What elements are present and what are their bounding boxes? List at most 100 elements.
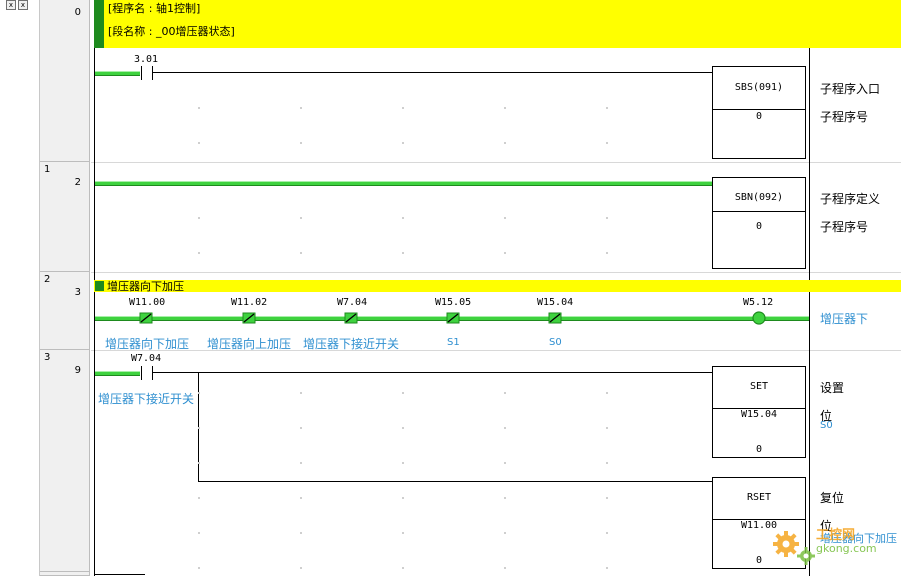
grid-dot (198, 392, 200, 394)
left-power-rail (94, 48, 95, 576)
box-title: SBN(092) (734, 192, 784, 203)
nc-contact-icon (446, 312, 460, 324)
grid-dot (198, 142, 200, 144)
grid-dot (402, 567, 404, 569)
grid-dot (300, 252, 302, 254)
contact-w11-02[interactable] (239, 309, 259, 327)
grid-dot (504, 567, 506, 569)
watermark-url: gkong.com (816, 542, 877, 555)
box-label-1: 子程序入口 (820, 82, 881, 96)
section-name: [段名称 : _00增压器状态] (108, 25, 235, 38)
watermark-title: 工控网 (816, 528, 856, 543)
contact-w11-00[interactable] (136, 309, 156, 327)
energized-wire (95, 371, 140, 376)
box-title: RSET (746, 492, 772, 503)
box-operand: 0 (755, 111, 763, 122)
grid-dot (504, 217, 506, 219)
grid-dot (606, 392, 608, 394)
contact-comment: S1 (447, 337, 460, 348)
grid-dot (504, 497, 506, 499)
grid-dot (402, 217, 404, 219)
contact-comment: 增压器向下加压 (105, 337, 190, 351)
watermark: 工控网 gkong.com (770, 522, 898, 574)
program-name: [程序名 : 轴1控制] (108, 2, 201, 15)
rung-number-cell-2[interactable]: 2 3 (40, 272, 90, 350)
grid-dot (402, 252, 404, 254)
wire (198, 481, 712, 482)
box-label-1: 设置 (820, 381, 845, 395)
sbs-instruction-box[interactable]: SBS(091) 0 (712, 66, 806, 159)
header-marker (94, 0, 104, 48)
rung-comment-bar[interactable]: 增压器向下加压 (94, 280, 901, 293)
rung-index: 1 (44, 164, 51, 175)
grid-dot (198, 497, 200, 499)
contact-address: W15.04 (537, 297, 574, 308)
grid-dot (606, 252, 608, 254)
rung-comment: 增压器向下加压 (107, 280, 184, 293)
contact-w15-05[interactable] (443, 309, 463, 327)
contact-address: W7.04 (337, 297, 368, 308)
coil-w5-12[interactable] (750, 309, 768, 327)
grid-dot (606, 107, 608, 109)
coil-icon (752, 311, 766, 325)
rung-step: 2 (74, 177, 81, 188)
contact-address: W11.00 (129, 297, 166, 308)
contact-w7-04[interactable] (341, 309, 361, 327)
wire (153, 372, 712, 373)
nc-contact-icon (242, 312, 256, 324)
contact-address: W11.02 (231, 297, 268, 308)
grid-dot (300, 497, 302, 499)
grid-dot (402, 497, 404, 499)
grid-dot (402, 462, 404, 464)
grid-dot (504, 462, 506, 464)
box-label-2: 子程序号 (820, 110, 869, 124)
grid-dot (198, 252, 200, 254)
grid-dot (504, 252, 506, 254)
grid-dot (300, 427, 302, 429)
rung-step: 3 (74, 287, 81, 298)
energized-wire (95, 181, 712, 186)
grid-dot (504, 142, 506, 144)
grid-dot (198, 462, 200, 464)
box-divider (713, 211, 805, 212)
rung-step: 0 (74, 7, 81, 18)
contact-address: 3.01 (134, 54, 159, 65)
grid-dot (402, 392, 404, 394)
contact-w15-04[interactable] (545, 309, 565, 327)
grid-dot (402, 427, 404, 429)
close-button[interactable]: x (18, 0, 28, 10)
collapse-button[interactable]: x (6, 0, 16, 10)
rung-index: 3 (44, 352, 51, 363)
sbn-instruction-box[interactable]: SBN(092) 0 (712, 177, 806, 269)
wire (95, 574, 145, 575)
nc-contact-icon (344, 312, 358, 324)
grid-dot (300, 532, 302, 534)
right-power-rail (809, 48, 810, 576)
grid-dot (300, 462, 302, 464)
grid-dot (504, 427, 506, 429)
grid-dot (198, 217, 200, 219)
rung-number-cell-3[interactable]: 3 9 (40, 350, 90, 572)
grid-dot (300, 567, 302, 569)
box-title: SET (749, 381, 769, 392)
rung-number-cell-0[interactable]: 0 0 (40, 0, 90, 162)
nc-contact-icon (548, 312, 562, 324)
project-tree-pane: x x (0, 0, 40, 576)
contact-comment: 增压器下接近开关 (98, 392, 195, 406)
rung-index: 2 (44, 274, 51, 285)
nc-contact-icon (139, 312, 153, 324)
rung-number-cell-4 (40, 572, 90, 576)
box-divider (713, 109, 805, 110)
grid-dot (606, 142, 608, 144)
grid-dot (402, 532, 404, 534)
set-instruction-box[interactable]: SET W15.04 0 (712, 366, 806, 458)
rung-number-cell-1[interactable]: 1 2 (40, 162, 90, 272)
grid-dot (402, 107, 404, 109)
grid-dot (504, 392, 506, 394)
contact-comment: 增压器下接近开关 (303, 337, 400, 351)
grid-dot (198, 567, 200, 569)
coil-address: W5.12 (743, 297, 774, 308)
grid-dot (300, 392, 302, 394)
program-header[interactable]: [程序名 : 轴1控制] [段名称 : _00增压器状态] (94, 0, 901, 48)
box-label-1: 复位 (820, 491, 845, 505)
